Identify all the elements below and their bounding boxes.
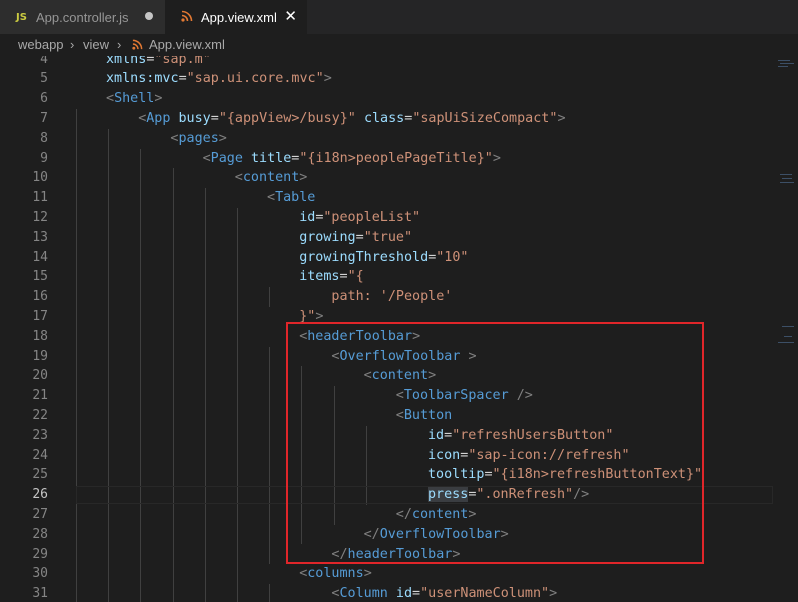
chevron-right-icon: › — [117, 37, 122, 52]
code-line[interactable]: 13 growing="true" — [0, 228, 775, 248]
breadcrumb-item-view[interactable]: view — [83, 37, 109, 52]
code-line[interactable]: 30 <columns> — [0, 564, 775, 584]
line-number: 26 — [32, 487, 48, 503]
code-line[interactable]: 7 <App busy="{appView>/busy}" class="sapU… — [0, 109, 775, 129]
line-number: 13 — [32, 229, 48, 245]
minimap[interactable] — [774, 56, 798, 602]
code-text: xmlns:mvc="sap.ui.core.mvc"> — [106, 71, 332, 87]
breadcrumb-item-webapp[interactable]: webapp — [18, 37, 64, 52]
line-number: 5 — [40, 71, 48, 87]
line-number: 29 — [32, 546, 48, 562]
line-number: 10 — [32, 170, 48, 186]
breadcrumb-item-file[interactable]: App.view.xml — [149, 37, 225, 52]
line-number: 15 — [32, 269, 48, 285]
line-number: 21 — [32, 388, 48, 404]
tab-label: App.view.xml — [201, 9, 277, 25]
code-text: growing="true" — [299, 229, 413, 245]
line-number: 31 — [32, 586, 48, 602]
code-line[interactable]: 5 xmlns:mvc="sap.ui.core.mvc"> — [0, 69, 775, 89]
line-number: 24 — [32, 447, 48, 463]
line-number: 18 — [32, 328, 48, 344]
code-text: growingThreshold="10" — [299, 249, 469, 265]
code-line[interactable]: 16 path: '/People' — [0, 287, 775, 307]
close-tab-icon[interactable]: ✕ — [284, 7, 297, 25]
unsaved-changes-dot-icon[interactable] — [145, 12, 153, 20]
line-number: 27 — [32, 506, 48, 522]
code-text: items="{ — [299, 269, 364, 285]
code-text: <content> — [234, 170, 308, 186]
code-text: <App busy="{appView>/busy}" class="sapUi… — [138, 110, 566, 126]
code-text: <columns> — [299, 566, 372, 582]
code-text: <pages> — [170, 130, 227, 146]
code-text: <Shell> — [106, 91, 163, 107]
rss-xml-icon — [132, 39, 143, 53]
chevron-right-icon: › — [70, 37, 75, 52]
line-number: 30 — [32, 566, 48, 582]
javascript-file-icon: JS — [16, 11, 27, 23]
line-number: 7 — [40, 110, 48, 126]
line-number: 22 — [32, 407, 48, 423]
tab-bar: JS App.controller.js App.view.xml ✕ — [0, 0, 798, 34]
line-number: 6 — [40, 91, 48, 107]
highlight-annotation-box — [286, 322, 704, 564]
tab-app-controller-js[interactable]: JS App.controller.js — [0, 0, 165, 34]
code-line[interactable]: 14 growingThreshold="10" — [0, 248, 775, 268]
line-number: 9 — [40, 150, 48, 166]
line-number: 23 — [32, 427, 48, 443]
code-line[interactable]: 31 <Column id="userNameColumn"> — [0, 584, 775, 602]
code-text: <Table — [267, 190, 316, 206]
breadcrumb: webapp › view › App.view.xml — [0, 34, 798, 56]
line-number: 19 — [32, 348, 48, 364]
code-text: <Page title="{i18n>peoplePageTitle}"> — [202, 150, 501, 166]
line-number: 11 — [32, 190, 48, 206]
code-line[interactable]: 4 xmlns="sap.m" — [0, 56, 775, 69]
tab-app-view-xml[interactable]: App.view.xml ✕ — [165, 0, 307, 34]
code-text: path: '/People' — [331, 289, 453, 305]
rss-xml-icon — [181, 10, 197, 25]
line-number: 12 — [32, 209, 48, 225]
line-number: 14 — [32, 249, 48, 265]
line-number: 8 — [40, 130, 48, 146]
line-number: 20 — [32, 368, 48, 384]
code-line[interactable]: 10 <content> — [0, 168, 775, 188]
line-number: 17 — [32, 308, 48, 324]
code-line[interactable]: 6 <Shell> — [0, 89, 775, 109]
line-number: 16 — [32, 289, 48, 305]
code-line[interactable]: 8 <pages> — [0, 129, 775, 149]
code-text: <Column id="userNameColumn"> — [331, 586, 558, 602]
code-text: id="peopleList" — [299, 209, 421, 225]
code-text: xmlns="sap.m" — [106, 56, 211, 67]
code-line[interactable]: 11 <Table — [0, 188, 775, 208]
line-number: 28 — [32, 526, 48, 542]
code-line[interactable]: 12 id="peopleList" — [0, 208, 775, 228]
line-number: 4 — [40, 56, 48, 67]
tab-label: App.controller.js — [36, 9, 129, 25]
code-line[interactable]: 15 items="{ — [0, 267, 775, 287]
code-line[interactable]: 9 <Page title="{i18n>peoplePageTitle}"> — [0, 149, 775, 169]
line-number: 25 — [32, 467, 48, 483]
